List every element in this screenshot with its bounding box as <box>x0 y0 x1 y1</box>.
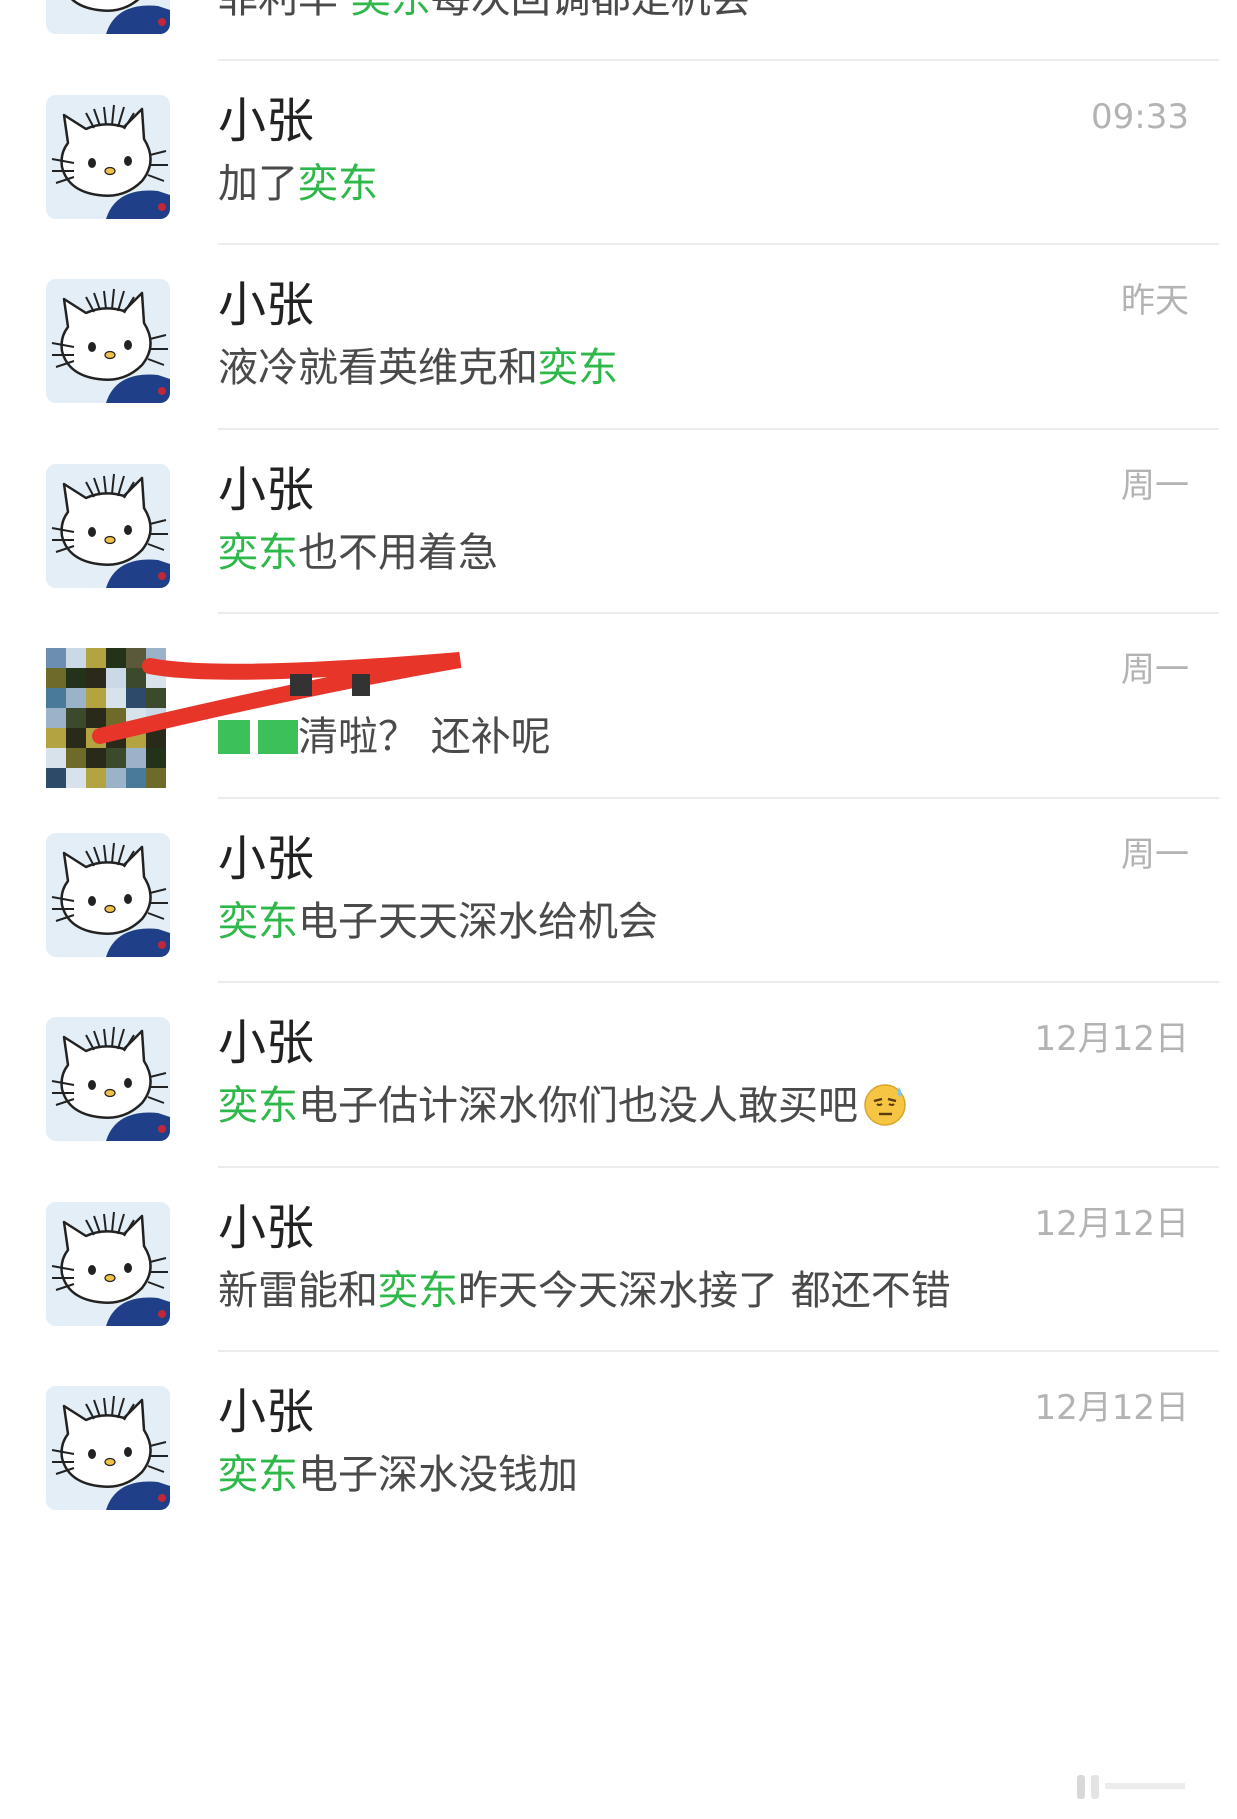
message-time: 12月12日 <box>1034 1019 1189 1059</box>
redacted-text <box>218 720 298 754</box>
message-preview: 新雷能和奕东昨天今天深水接了 都还不错 <box>218 1266 951 1316</box>
chat-row[interactable]: 小张 昨天液冷就看英维克和奕东 <box>0 243 1237 455</box>
message-time: 周一 <box>1121 834 1189 875</box>
bottom-indicator <box>1017 1773 1197 1801</box>
message-preview: 加了奕东 <box>218 159 378 209</box>
message-time: 周一 <box>1121 465 1189 506</box>
message-preview: 奕东也不用着急 <box>218 528 498 578</box>
chat-list: 菲利华 奕东每次回调都是机会 小张09:33加了奕东 小张昨天液冷就看英维克和奕… <box>0 0 1237 1819</box>
message-preview: 奕东电子估计深水你们也没人敢买吧 <box>218 1081 908 1131</box>
highlight-keyword: 奕东 <box>378 1267 458 1314</box>
highlight-keyword: 奕东 <box>218 1083 298 1129</box>
message-time: 09:33 <box>1091 96 1189 137</box>
message-text: 昨天今天深水接了 都还不错 <box>458 1267 951 1314</box>
message-time: 12月12日 <box>1034 1203 1189 1244</box>
avatar[interactable] <box>46 1201 170 1326</box>
chat-row[interactable]: 周一清啦？ 还补呢 <box>0 612 1237 824</box>
row-divider <box>218 1350 1219 1352</box>
avatar[interactable] <box>46 279 170 403</box>
message-text: 也不用着急 <box>298 529 498 576</box>
message-preview: 液冷就看英维克和奕东 <box>218 343 618 393</box>
message-preview: 菲利华 奕东每次回调都是机会 <box>218 0 751 24</box>
contact-name: 小张 <box>218 1199 315 1256</box>
highlight-keyword: 奕东 <box>218 898 298 945</box>
avatar[interactable] <box>46 94 170 219</box>
message-preview: 清啦？ 还补呢 <box>218 712 551 762</box>
message-text: 菲利华 <box>218 0 351 22</box>
message-text: 每次回调都是机会 <box>431 0 751 22</box>
contact-name: 小张 <box>218 92 315 149</box>
row-divider <box>218 243 1219 245</box>
avatar[interactable] <box>46 1017 170 1141</box>
message-text: 电子深水没钱加 <box>298 1452 578 1498</box>
row-divider <box>218 796 1219 799</box>
contact-name: 小张 <box>218 461 315 518</box>
avatar[interactable] <box>46 1386 170 1510</box>
chat-row[interactable]: 小张 12月12日奕东电子估计深水你们也没人敢买吧 <box>0 981 1237 1193</box>
message-text: 加了 <box>218 160 298 207</box>
highlight-keyword: 奕东 <box>351 0 431 22</box>
message-text: 电子估计深水你们也没人敢买吧 <box>298 1083 858 1129</box>
chat-row[interactable]: 小张 09:33 加了奕东 <box>0 58 1237 271</box>
avatar[interactable] <box>46 0 170 34</box>
message-text: 清啦？ 还补呢 <box>298 714 551 760</box>
message-preview: 奕东电子天天深水给机会 <box>218 897 658 947</box>
message-time: 12月12日 <box>1034 1388 1189 1428</box>
message-time: 周一 <box>1121 650 1189 690</box>
contact-name: 小张 <box>218 277 315 333</box>
avatar[interactable] <box>46 463 170 588</box>
avatar[interactable] <box>46 832 170 957</box>
highlight-keyword: 奕东 <box>298 160 378 207</box>
chat-row[interactable]: 小张 12月12日新雷能和奕东昨天今天深水接了 都还不错 <box>0 1165 1237 1378</box>
sweat-smile-emoji-icon <box>858 1083 908 1129</box>
message-text: 新雷能和 <box>218 1267 378 1314</box>
contact-name: 小张 <box>218 830 315 887</box>
avatar-pixelated[interactable] <box>46 648 186 790</box>
chat-row[interactable]: 小张 周一奕东也不用着急 <box>0 427 1237 640</box>
contact-name: 小张 <box>218 1015 315 1071</box>
highlight-keyword: 奕东 <box>538 345 618 391</box>
row-divider <box>218 1165 1219 1168</box>
message-text: 液冷就看英维克和 <box>218 345 538 391</box>
row-divider <box>218 58 1219 61</box>
chat-row[interactable]: 小张 周一奕东电子天天深水给机会 <box>0 796 1237 1009</box>
highlight-keyword: 奕东 <box>218 1452 298 1498</box>
row-divider <box>218 612 1219 614</box>
chat-row[interactable]: 小张 12月12日奕东电子深水没钱加 <box>0 1350 1237 1562</box>
row-divider <box>218 427 1219 430</box>
highlight-keyword: 奕东 <box>218 529 298 576</box>
contact-name: 小张 <box>218 1384 315 1440</box>
message-preview: 奕东电子深水没钱加 <box>218 1450 578 1500</box>
message-text: 电子天天深水给机会 <box>298 898 658 945</box>
row-divider <box>218 981 1219 983</box>
message-time: 昨天 <box>1121 281 1189 321</box>
